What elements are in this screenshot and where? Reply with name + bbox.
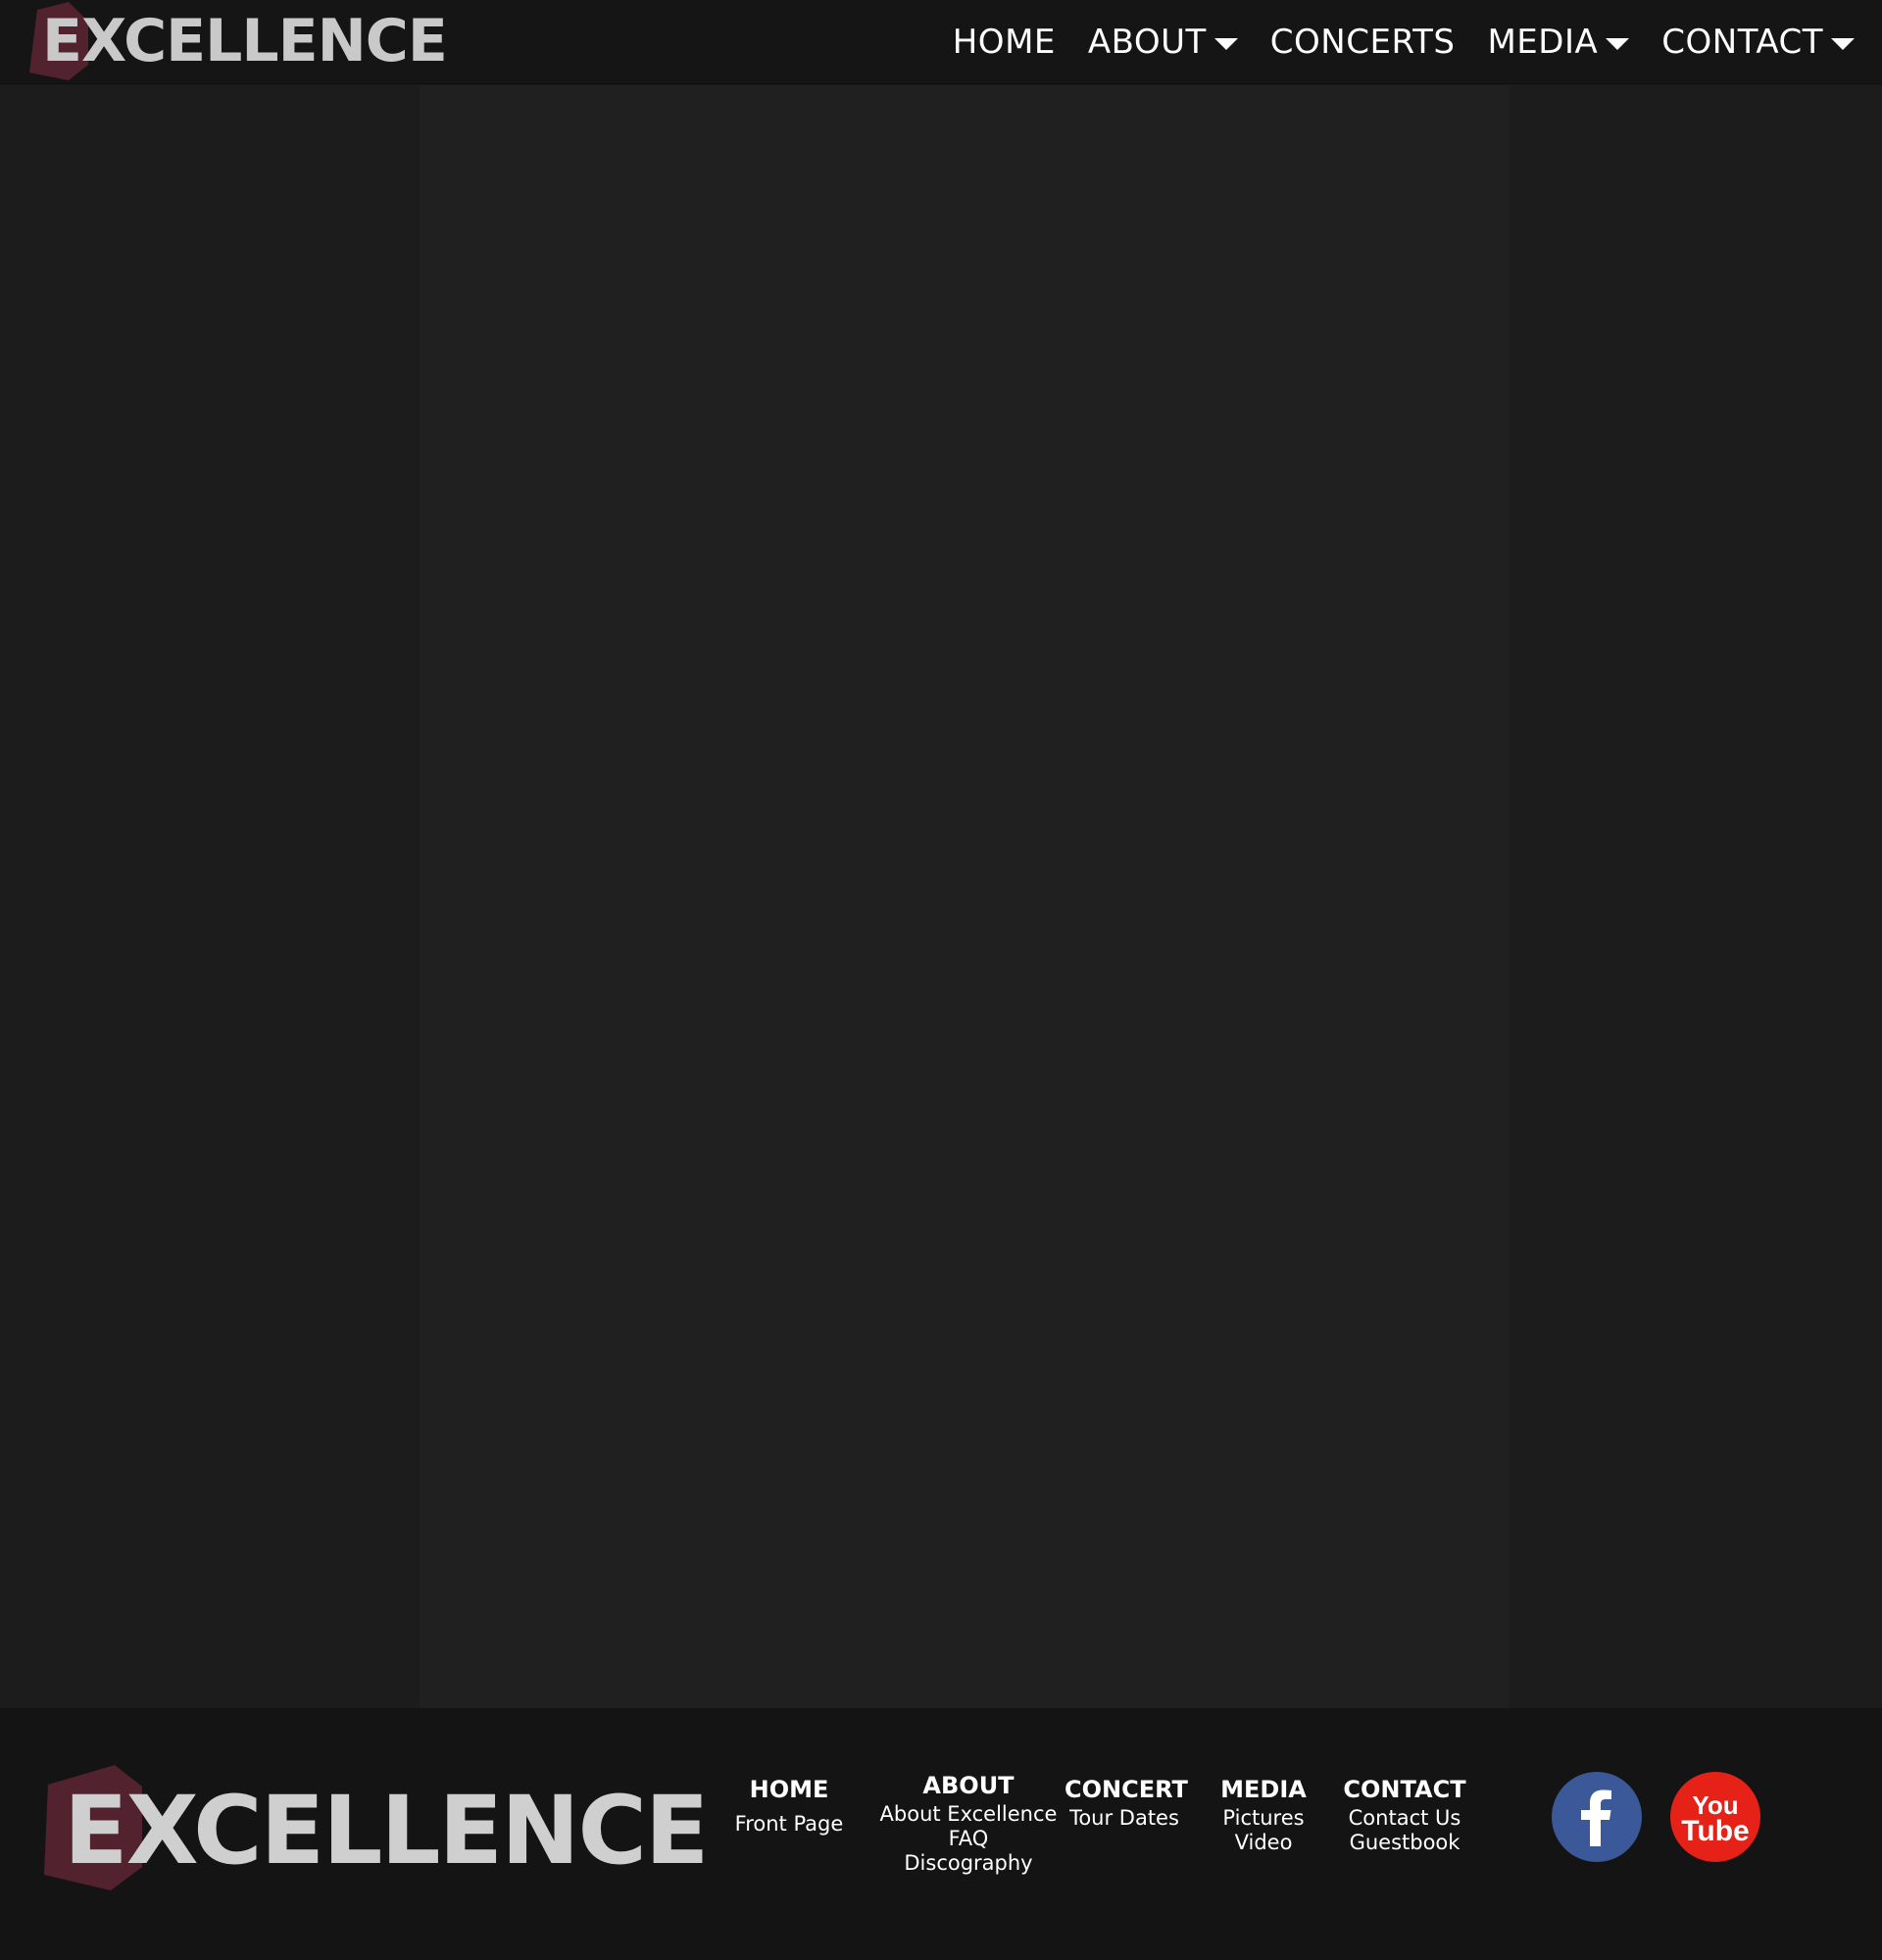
facebook-link[interactable] <box>1551 1771 1643 1863</box>
nav-item-media[interactable]: MEDIA <box>1487 23 1630 62</box>
site-footer: EXCELLENCE HOME Front Page ABOUT About E… <box>0 1708 1882 1960</box>
footer-link-discography[interactable]: Discography <box>875 1851 1062 1876</box>
footer-heading[interactable]: MEDIA <box>1206 1773 1321 1806</box>
youtube-icon: You Tube <box>1670 1772 1760 1862</box>
footer-column-about: ABOUT About Excellence FAQ Discography <box>875 1769 1062 1876</box>
footer-link-pictures[interactable]: Pictures <box>1206 1806 1321 1831</box>
footer-link-faq[interactable]: FAQ <box>875 1827 1062 1851</box>
footer-heading[interactable]: HOME <box>720 1773 858 1806</box>
logo-text: EXCELLENCE <box>64 1776 709 1886</box>
facebook-icon <box>1552 1772 1642 1862</box>
logo-text: EXCELLENCE <box>42 7 448 75</box>
main-nav: HOME ABOUT CONCERTS MEDIA CONTACT <box>920 0 1855 84</box>
caret-down-icon <box>1831 38 1855 50</box>
header-logo[interactable]: EXCELLENCE <box>29 0 448 84</box>
footer-link-guestbook[interactable]: Guestbook <box>1341 1831 1468 1855</box>
youtube-link[interactable]: You Tube <box>1669 1771 1761 1863</box>
footer-link-tour-dates[interactable]: Tour Dates <box>1065 1806 1184 1831</box>
footer-link-about-excellence[interactable]: About Excellence <box>875 1802 1062 1827</box>
nav-item-contact[interactable]: CONTACT <box>1661 23 1855 62</box>
nav-item-concerts[interactable]: CONCERTS <box>1270 23 1456 62</box>
footer-column-concert: CONCERT Tour Dates <box>1065 1773 1188 1831</box>
nav-item-label: CONTACT <box>1661 23 1823 62</box>
caret-down-icon <box>1213 38 1238 50</box>
footer-link-contact-us[interactable]: Contact Us <box>1341 1806 1468 1831</box>
footer-column-home: HOME Front Page <box>720 1773 858 1837</box>
site-header: EXCELLENCE HOME ABOUT CONCERTS MEDIA CON… <box>0 0 1882 84</box>
footer-heading[interactable]: CONTACT <box>1341 1773 1468 1806</box>
nav-item-label: HOME <box>952 23 1056 62</box>
footer-link-front-page[interactable]: Front Page <box>720 1812 858 1837</box>
main-content-area <box>420 85 1509 1708</box>
footer-link-video[interactable]: Video <box>1206 1831 1321 1855</box>
nav-item-about[interactable]: ABOUT <box>1088 23 1238 62</box>
right-sidebar <box>1509 85 1882 1708</box>
nav-item-label: ABOUT <box>1087 23 1207 62</box>
caret-down-icon <box>1606 38 1630 50</box>
nav-item-home[interactable]: HOME <box>953 23 1056 62</box>
footer-column-contact: CONTACT Contact Us Guestbook <box>1341 1773 1468 1855</box>
nav-item-label: MEDIA <box>1487 23 1599 62</box>
footer-heading[interactable]: CONCERT <box>1065 1773 1188 1806</box>
youtube-icon-text-bottom: Tube <box>1681 1815 1749 1847</box>
footer-column-media: MEDIA Pictures Video <box>1206 1773 1321 1855</box>
left-sidebar <box>0 85 420 1708</box>
nav-item-label: CONCERTS <box>1269 23 1456 62</box>
footer-logo[interactable]: EXCELLENCE <box>44 1765 709 1892</box>
footer-heading[interactable]: ABOUT <box>875 1769 1062 1802</box>
